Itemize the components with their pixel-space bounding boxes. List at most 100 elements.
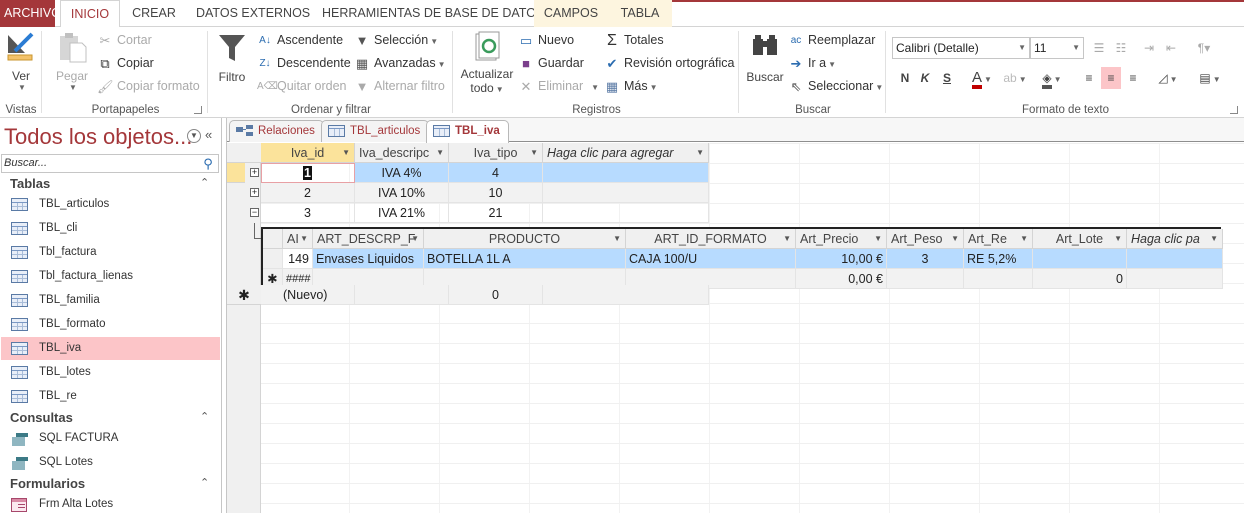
pegar-button[interactable]: Pegar ▼ (55, 31, 89, 92)
sub-cell-art-lote[interactable] (1033, 249, 1127, 269)
sub-column-header-ai[interactable]: AI ▼ (283, 229, 313, 249)
collapse-section-icon[interactable]: ⌃ (200, 476, 209, 489)
sort-filter-arrow-icon[interactable]: ▼ (411, 229, 419, 248)
nav-section-consultas[interactable]: Consultas ⌃ (10, 410, 209, 425)
align-right-button[interactable]: ≡ (1123, 67, 1143, 89)
nav-item-frm-alta-lotes[interactable]: Frm Alta Lotes (1, 493, 220, 513)
sub-column-header-art-lote[interactable]: Art_Lote ▼ (1033, 229, 1127, 249)
cell-iva-tipo[interactable]: 4 (449, 163, 543, 183)
tab-inicio[interactable]: INICIO (60, 0, 120, 28)
sub-cell-art-descrp[interactable]: Envases Liquidos (313, 249, 424, 269)
mas-button[interactable]: ▦ Más ▼ (604, 76, 658, 96)
revision-button[interactable]: ✔ Revisión ortográfica (604, 53, 735, 73)
nav-item-tbl-factura-lienas[interactable]: Tbl_factura_lienas (1, 265, 220, 288)
select-all-corner[interactable] (227, 143, 261, 163)
sub-cell-producto[interactable]: BOTELLA 1L A (424, 249, 626, 269)
eliminar-button[interactable]: ✕ Eliminar ▼ (518, 76, 600, 96)
alternate-row-color-button[interactable]: ▤ ▼ (1195, 67, 1225, 89)
sub-new-cell-art-re[interactable] (964, 269, 1033, 289)
seleccion-button[interactable]: ▼ Selección ▼ (354, 30, 439, 50)
sort-filter-arrow-icon[interactable]: ▼ (300, 229, 308, 248)
sub-select-all-corner[interactable] (263, 229, 283, 249)
nav-item-tbl-familia[interactable]: TBL_familia (1, 289, 220, 312)
font-color-button[interactable]: A ▼ (967, 67, 997, 89)
tab-herramientas[interactable]: HERRAMIENTAS DE BASE DE DATOS (318, 0, 544, 27)
nav-item-tbl-re[interactable]: TBL_re (1, 385, 220, 408)
sub-new-cell-add-field[interactable] (1127, 269, 1223, 289)
nav-item-tbl-factura[interactable]: Tbl_factura (1, 241, 220, 264)
nav-title[interactable]: Todos los objetos... (4, 124, 192, 150)
sub-column-header-add-field[interactable]: Haga clic pa ▼ (1127, 229, 1223, 249)
nav-item-tbl-formato[interactable]: TBL_formato (1, 313, 220, 336)
nav-section-formularios[interactable]: Formularios ⌃ (10, 476, 209, 491)
collapse-section-icon[interactable]: ⌃ (200, 176, 209, 189)
copiar-formato-button[interactable]: 🖌 Copiar formato (97, 76, 200, 96)
align-left-button[interactable]: ≡ (1079, 67, 1099, 89)
font-name-combo[interactable]: Calibri (Detalle) ▼ (892, 37, 1030, 59)
shutter-bar-collapse-icon[interactable]: « (205, 127, 212, 142)
cell-iva-tipo[interactable]: 21 (449, 203, 543, 223)
ver-button[interactable]: Ver ▼ (4, 31, 38, 92)
tab-crear[interactable]: CREAR (126, 0, 182, 27)
sub-cell-art-id-formato[interactable]: CAJA 100/U (626, 249, 796, 269)
buscar-button[interactable]: Buscar (745, 31, 785, 84)
cell-add-field[interactable] (543, 183, 709, 203)
sub-new-cell-art-precio[interactable]: 0,00 € (796, 269, 887, 289)
sort-filter-arrow-icon[interactable]: ▼ (1020, 229, 1028, 248)
sub-cell-art-precio[interactable]: 10,00 € (796, 249, 887, 269)
avanzadas-button[interactable]: ▦ Avanzadas ▼ (354, 53, 446, 73)
cell-add-field[interactable] (543, 203, 709, 223)
new-cell-iva-id[interactable]: (Nuevo) (261, 285, 355, 305)
cell-add-field[interactable] (543, 163, 709, 183)
reemplazar-button[interactable]: ac Reemplazar (788, 30, 876, 50)
nav-item-tbl-articulos[interactable]: TBL_articulos (1, 193, 220, 216)
sub-column-header-art-id-formato[interactable]: ART_ID_FORMATO ▼ (626, 229, 796, 249)
sub-column-header-art-peso[interactable]: Art_Peso ▼ (887, 229, 964, 249)
doc-tab-tbl-iva[interactable]: TBL_iva (426, 120, 509, 143)
paragraph-direction-button[interactable]: ¶▾ (1189, 37, 1219, 59)
underline-button[interactable]: S (937, 67, 957, 89)
gridlines-button[interactable]: ◿ ▼ (1153, 67, 1183, 89)
new-cell-iva-tipo[interactable]: 0 (449, 285, 543, 305)
cortar-button[interactable]: ✂ Cortar (97, 30, 152, 50)
nav-menu-dropdown-icon[interactable]: ▼ (187, 129, 201, 143)
tab-archivo[interactable]: ARCHIVO (0, 0, 61, 27)
column-header-iva-descripcion[interactable]: Iva_descripc ▼ (355, 143, 449, 163)
sort-filter-arrow-icon[interactable]: ▼ (436, 143, 444, 162)
search-icon[interactable]: ⚲ (200, 156, 216, 171)
nav-item-sql-factura[interactable]: SQL FACTURA (1, 427, 220, 450)
sub-column-header-art-re[interactable]: Art_Re ▼ (964, 229, 1033, 249)
nav-section-tablas[interactable]: Tablas ⌃ (10, 176, 209, 191)
nav-item-tbl-lotes[interactable]: TBL_lotes (1, 361, 220, 384)
copiar-button[interactable]: ⧉ Copiar (97, 53, 153, 73)
column-header-iva-tipo[interactable]: Iva_tipo ▼ (449, 143, 543, 163)
bold-button[interactable]: N (895, 67, 915, 89)
sort-filter-arrow-icon[interactable]: ▼ (613, 229, 621, 248)
quitar-orden-button[interactable]: A⌫Quitar orden (257, 76, 346, 96)
sort-filter-arrow-icon[interactable]: ▼ (874, 229, 882, 248)
cell-iva-descripcion[interactable]: IVA 10% (355, 183, 449, 203)
actualizar-todo-button[interactable]: Actualizar todo ▼ (458, 31, 516, 95)
dropdown-arrow-icon[interactable]: ▼ (1210, 229, 1218, 248)
filtro-button[interactable]: Filtro (215, 31, 249, 84)
sub-cell-ai[interactable]: 149 (283, 249, 313, 269)
descendente-button[interactable]: Z↓ Descendente (257, 53, 350, 73)
formato-launcher-icon[interactable] (1230, 106, 1238, 114)
fill-color-button[interactable]: ◈ ▼ (1037, 67, 1067, 89)
new-cell-add-field[interactable] (543, 285, 709, 305)
sub-column-header-producto[interactable]: PRODUCTO ▼ (424, 229, 626, 249)
new-cell-iva-descripcion[interactable] (355, 285, 449, 305)
sort-filter-arrow-icon[interactable]: ▼ (783, 229, 791, 248)
sub-column-header-art-descrp[interactable]: ART_DESCRP_F ▼ (313, 229, 424, 249)
seleccionar-button[interactable]: ⇖ Seleccionar ▼ (788, 76, 884, 96)
sub-new-cell-art-lote[interactable]: 0 (1033, 269, 1127, 289)
nav-search-input[interactable]: Buscar... ⚲ (1, 154, 219, 173)
highlight-button[interactable]: ab ▼ (1000, 67, 1030, 89)
tab-tabla[interactable]: TABLA (608, 0, 672, 27)
portapapeles-launcher-icon[interactable] (194, 106, 202, 114)
sort-filter-arrow-icon[interactable]: ▼ (342, 143, 350, 162)
cell-iva-descripcion[interactable]: IVA 21% (355, 203, 449, 223)
numbering-button[interactable]: ☷ (1111, 37, 1131, 59)
sub-new-cell-art-peso[interactable] (887, 269, 964, 289)
align-center-button[interactable]: ≡ (1101, 67, 1121, 89)
